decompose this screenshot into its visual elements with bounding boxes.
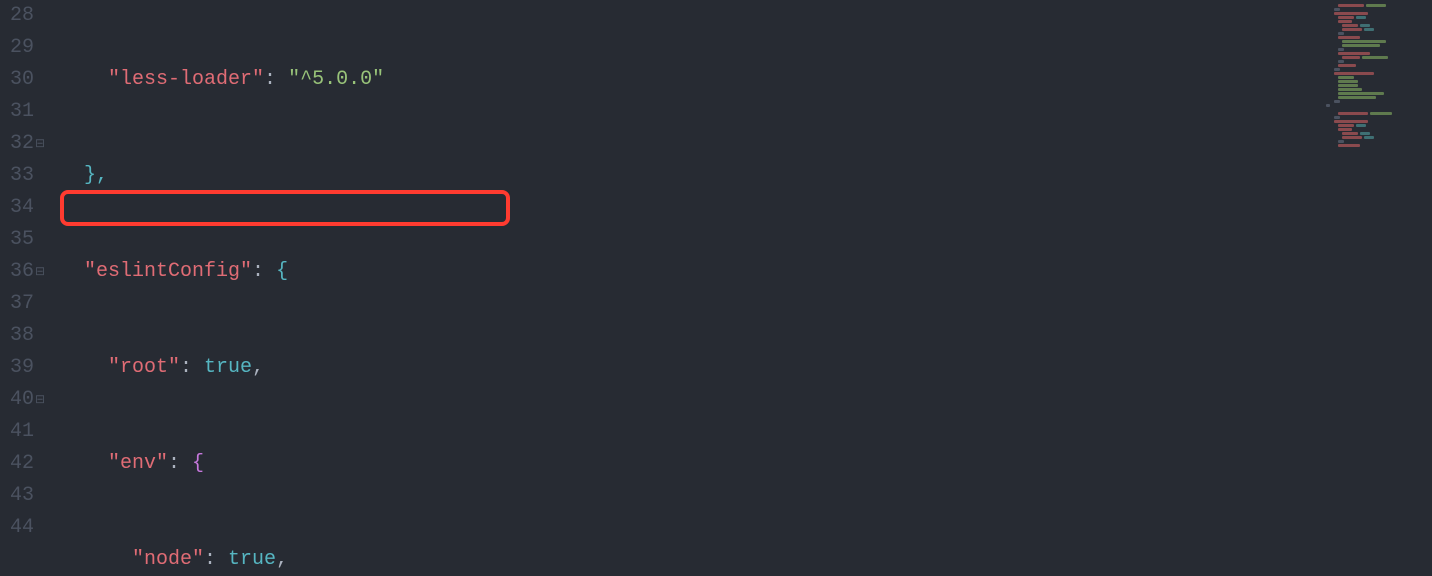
json-key: "node": [132, 548, 204, 571]
json-key: "root": [108, 356, 180, 379]
line-number: 38: [0, 320, 34, 352]
annotation-highlight-box: [60, 190, 510, 226]
code-line[interactable]: "less-loader": "^5.0.0": [60, 64, 1322, 96]
line-number: 43: [0, 480, 34, 512]
line-number: 32⊟: [0, 128, 34, 160]
code-area[interactable]: "less-loader": "^5.0.0" }, "eslintConfig…: [44, 0, 1322, 576]
line-number-gutter: 28 29 30 31 32⊟ 33 34 35 36⊟ 37 38 39 40…: [0, 0, 44, 576]
json-key: "env": [108, 452, 168, 475]
line-number: 42: [0, 448, 34, 480]
json-key: "eslintConfig": [84, 260, 252, 283]
close-brace: },: [84, 164, 108, 187]
code-editor[interactable]: 28 29 30 31 32⊟ 33 34 35 36⊟ 37 38 39 40…: [0, 0, 1432, 576]
line-number: 37: [0, 288, 34, 320]
open-brace: {: [276, 260, 288, 283]
code-line[interactable]: "root": true,: [60, 352, 1322, 384]
code-line[interactable]: },: [60, 160, 1322, 192]
line-number: 44: [0, 512, 34, 544]
line-number: 29: [0, 32, 34, 64]
code-line[interactable]: "eslintConfig": {: [60, 256, 1322, 288]
minimap[interactable]: [1322, 0, 1432, 576]
json-bool-value: true: [228, 548, 276, 571]
line-number: 35: [0, 224, 34, 256]
code-line[interactable]: "env": {: [60, 448, 1322, 480]
line-number: 36⊟: [0, 256, 34, 288]
json-key: "less-loader": [108, 68, 264, 91]
line-number: 39: [0, 352, 34, 384]
line-number: 30: [0, 64, 34, 96]
line-number: 28: [0, 0, 34, 32]
json-string-value: "^5.0.0": [288, 68, 384, 91]
line-number: 41: [0, 416, 34, 448]
json-bool-value: true: [204, 356, 252, 379]
line-number: 34: [0, 192, 34, 224]
open-brace: {: [192, 452, 204, 475]
line-number: 31: [0, 96, 34, 128]
code-line[interactable]: "node": true,: [60, 544, 1322, 576]
line-number: 40⊟: [0, 384, 34, 416]
line-number: 33: [0, 160, 34, 192]
